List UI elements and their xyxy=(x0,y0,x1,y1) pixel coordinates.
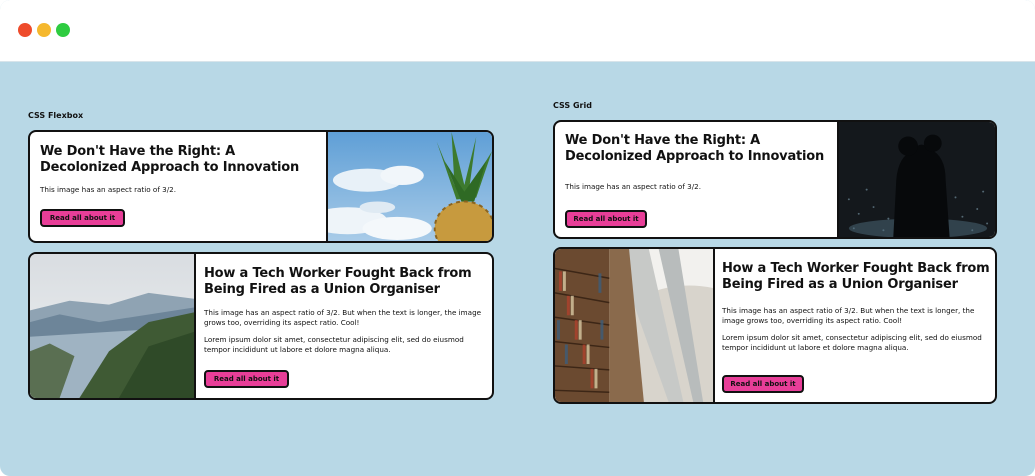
browser-window: CSS Flexbox We Don't Have the Right: A D… xyxy=(0,0,1035,476)
read-more-button[interactable]: Read all about it xyxy=(722,375,804,393)
fjord-mountains-photo-icon xyxy=(30,254,196,398)
card-body: This image has an aspect ratio of 3/2. B… xyxy=(204,308,482,327)
read-more-button[interactable]: Read all about it xyxy=(565,210,647,228)
grid-card-1: We Don't Have the Right: A Decolonized A… xyxy=(553,120,997,239)
library-bookshelf-photo-icon xyxy=(555,249,715,402)
read-more-button[interactable]: Read all about it xyxy=(204,370,289,388)
card-body-lorem: Lorem ipsum dolor sit amet, consectetur … xyxy=(204,335,464,354)
card-title: We Don't Have the Right: A Decolonized A… xyxy=(40,144,300,175)
card-body: This image has an aspect ratio of 3/2. xyxy=(40,185,176,194)
card-body: This image has an aspect ratio of 3/2. B… xyxy=(722,306,975,325)
grid-card-2: How a Tech Worker Fought Back from Being… xyxy=(553,247,997,404)
card-title: We Don't Have the Right: A Decolonized A… xyxy=(565,133,825,164)
flexbox-section-label: CSS Flexbox xyxy=(28,111,84,120)
couple-silhouette-photo-icon xyxy=(837,122,995,237)
grid-section-label: CSS Grid xyxy=(553,101,592,110)
pineapple-sky-photo-icon xyxy=(326,132,492,241)
read-more-button[interactable]: Read all about it xyxy=(40,209,125,227)
card-body-lorem: Lorem ipsum dolor sit amet, consectetur … xyxy=(722,333,982,352)
flexbox-card-2: How a Tech Worker Fought Back from Being… xyxy=(28,252,494,400)
card-body: This image has an aspect ratio of 3/2. xyxy=(565,182,701,191)
close-window-button[interactable] xyxy=(18,23,32,37)
maximize-window-button[interactable] xyxy=(56,23,70,37)
window-titlebar xyxy=(0,0,1035,62)
minimize-window-button[interactable] xyxy=(37,23,51,37)
flexbox-card-1: We Don't Have the Right: A Decolonized A… xyxy=(28,130,494,243)
card-title: How a Tech Worker Fought Back from Being… xyxy=(722,261,990,292)
card-title: How a Tech Worker Fought Back from Being… xyxy=(204,266,472,297)
